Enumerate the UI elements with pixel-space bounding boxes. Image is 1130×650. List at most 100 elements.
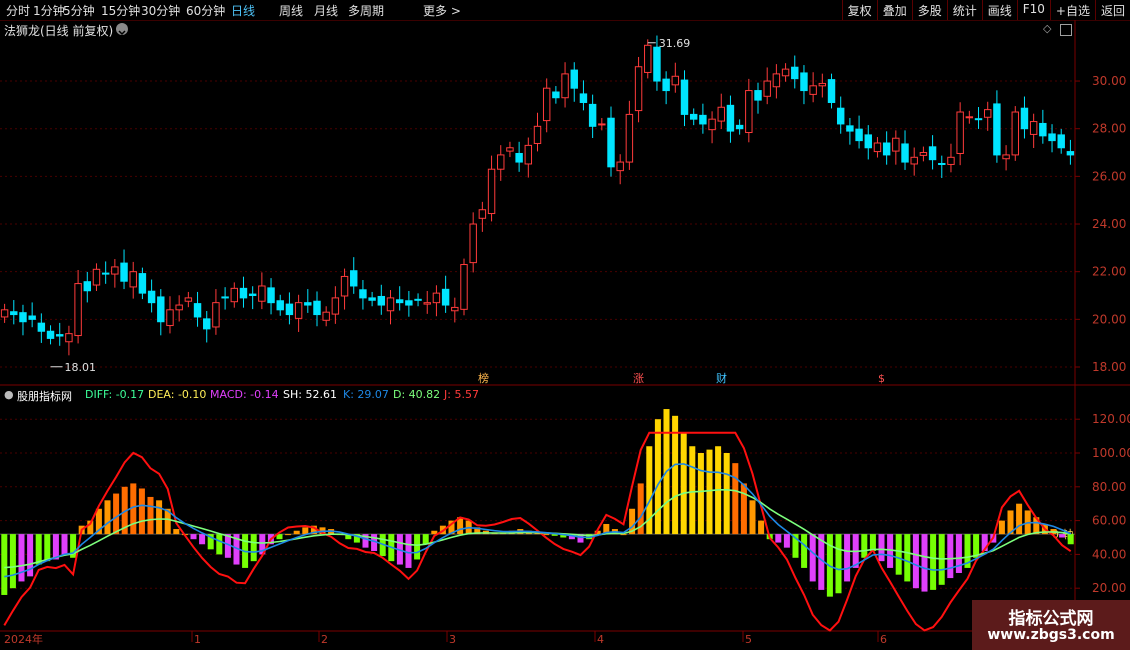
candle-body [735,124,744,130]
macd-bar [861,534,868,558]
candle-body [919,152,928,156]
candle-body [478,209,487,219]
candle-body [212,302,220,328]
candle-body [248,293,257,297]
low-price-label: 18.01 [65,361,97,374]
candle-body [83,281,92,292]
watermark-url: www.zbgs3.com [987,627,1115,643]
price-tick-label: 20.00 [1092,312,1126,326]
candle-body [294,302,303,319]
candle-body [1029,121,1038,135]
macd-value: MACD: -0.14 [210,388,279,401]
diff-value: DIFF: -0.17 [85,388,145,401]
time-axis-label: 6 [880,633,887,646]
price-tick-label: 24.00 [1092,217,1126,231]
time-axis-label: 5 [745,633,752,646]
candle-body [147,290,156,304]
candle-body [745,90,753,134]
candle-body [717,106,725,122]
macd-bar [801,534,808,568]
candle-body [138,273,147,294]
macd-bar [689,446,696,535]
indicator-tick-label: 40.00 [1092,547,1126,561]
candle-body [818,82,827,87]
candle-body [836,107,845,125]
macd-bar [844,534,851,582]
macd-bar [930,534,937,590]
price-tick-label: 18.00 [1092,360,1126,374]
macd-bar [775,534,782,543]
candle-body [460,264,468,310]
candle-body [322,311,330,321]
macd-bar [706,449,713,535]
macd-bar [147,496,154,535]
candle-body [671,75,680,86]
candle-body [1066,151,1075,156]
macd-bar [113,493,120,535]
candle-body [882,142,891,156]
candle-body [368,297,376,301]
indicator-tick-label: 20.00 [1092,581,1126,595]
candle-body [193,303,202,318]
macd-bar [697,453,704,535]
candle-body [542,87,551,122]
candle-body [754,90,762,101]
candle-body [901,143,909,163]
candle-body [267,287,275,304]
macd-bar [1016,503,1023,535]
price-tick-label: 22.00 [1092,265,1126,279]
candle-body [221,296,229,299]
candle-body [846,125,854,132]
candle-body [983,109,992,118]
candle-body [101,272,110,275]
macd-bar [869,534,876,552]
time-axis-label: 2024年 [4,632,43,646]
macd-bar [912,534,919,589]
candle-body [1039,122,1047,137]
candle-body [827,79,836,103]
candle-body [662,78,670,92]
macd-bar [302,527,309,535]
candle-body [910,156,918,165]
candle-body [10,311,18,316]
indicator-menu-icon[interactable]: ● [4,388,14,401]
k-value: K: 29.07 [343,388,389,401]
candle-body [497,154,505,170]
stock-chart-canvas[interactable]: 18.00 20.00 22.00 24.00 26.00 28.00 30.00 20.00… [0,0,1130,650]
candle-body [524,144,533,165]
candle-body [129,271,137,288]
macd-bar [783,534,790,548]
candle-body [634,66,643,112]
candle-body [276,300,284,311]
candle-body [19,312,27,323]
candle-body [515,152,523,163]
candle-body [653,46,661,82]
candle-body [726,104,735,132]
candle-body [166,309,174,327]
candle-body [175,304,183,311]
candle-body [1011,111,1019,156]
candle-body [506,147,514,152]
macd-bar [749,500,756,535]
candle-body [625,113,634,163]
candle-body [533,125,542,144]
candle-body [37,322,46,332]
macd-bar [732,463,739,535]
event-marker-2: 财 [716,371,727,385]
candle-body [56,334,64,337]
candle-body [598,123,606,126]
macd-bar [190,534,197,540]
macd-bar [35,534,42,565]
candle-body [258,285,266,302]
candle-body [203,318,211,330]
candle-body [680,79,689,115]
macd-bar [723,453,730,535]
d-line [4,489,1071,569]
candle-body [414,298,422,301]
candle-body [607,117,615,168]
indicator-name: 股朋指标网 [17,390,72,403]
macd-bar [285,534,292,536]
macd-bar [9,534,16,589]
candle-body [46,330,55,339]
event-marker-1: 涨 [633,372,644,385]
